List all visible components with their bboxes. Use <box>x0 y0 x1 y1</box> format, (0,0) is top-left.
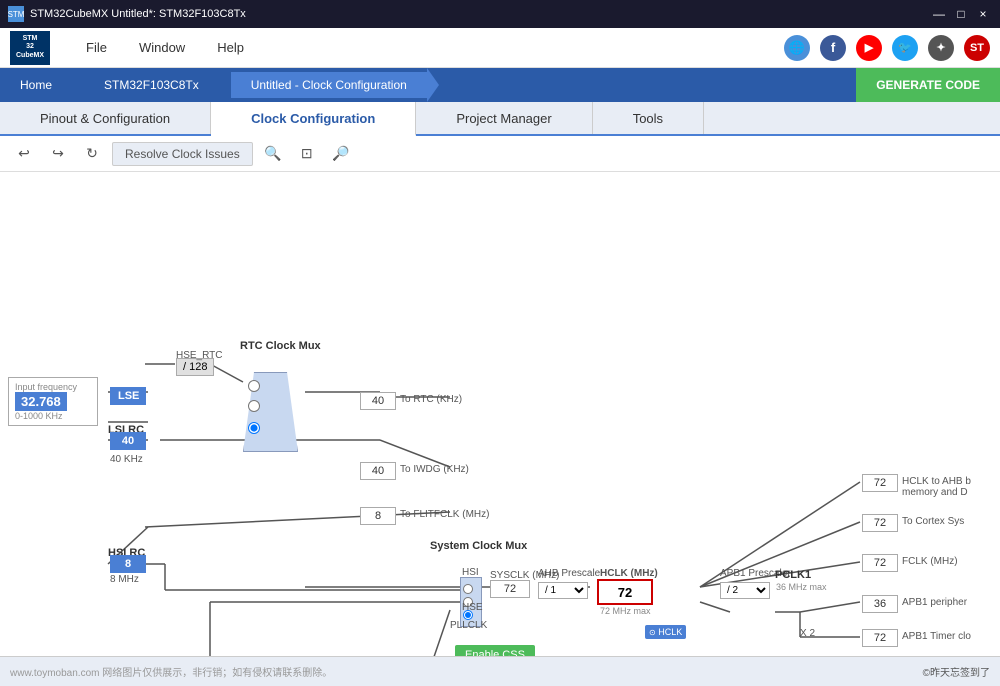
minimize-button[interactable]: — <box>930 5 948 23</box>
breadcrumb-arrow-3 <box>427 68 439 102</box>
apb1-max-label: 36 MHz max <box>776 582 827 592</box>
fclk-label: FCLK (MHz) <box>902 556 958 567</box>
hclk-val-box: 72 <box>597 579 653 605</box>
breadcrumb-device[interactable]: STM32F103C8Tx <box>84 72 219 98</box>
pclk1-label: PCLK1 <box>775 569 811 581</box>
globe-icon[interactable]: 🌐 <box>784 35 810 61</box>
close-button[interactable]: × <box>974 5 992 23</box>
to-flit-label: To FLITFCLK (MHz) <box>400 509 489 520</box>
input-freq-1-box: Input frequency 32.768 0-1000 KHz <box>8 377 98 426</box>
st-icon[interactable]: ST <box>964 35 990 61</box>
menu-right-icons: 🌐 f ▶ 🐦 ✦ ST <box>784 35 990 61</box>
tab-project[interactable]: Project Manager <box>416 102 592 134</box>
breadcrumb-arrow-2 <box>219 68 231 102</box>
apb1-peri-box: 36 <box>862 595 898 613</box>
youtube-icon[interactable]: ▶ <box>856 35 882 61</box>
breadcrumb-config[interactable]: Untitled - Clock Configuration <box>231 72 427 98</box>
rtc-mux-radio-1[interactable] <box>248 380 260 395</box>
sys-hse-label: HSE <box>462 602 483 613</box>
apb1-prescaler-select[interactable]: / 2 <box>720 582 770 599</box>
apb1-peri-label: APB1 peripher <box>902 597 967 608</box>
menu-file[interactable]: File <box>70 36 123 59</box>
redo-button[interactable]: ↪ <box>44 140 72 168</box>
hse-rtc-label: HSE_RTC <box>176 350 223 361</box>
apb1-timer-label: APB1 Timer clo <box>902 631 971 642</box>
apb1-timer-box: 72 <box>862 629 898 647</box>
hclk-icon: ⊙ HCLK <box>645 625 686 639</box>
apb1-x2-label: X 2 <box>800 628 815 639</box>
rtc-mux-radio-2[interactable] <box>248 400 260 415</box>
lse-box: LSE <box>110 387 146 405</box>
clock-diagram-area: Input frequency 32.768 0-1000 KHz LSE LS… <box>0 172 1000 656</box>
maximize-button[interactable]: □ <box>952 5 970 23</box>
tab-clock[interactable]: Clock Configuration <box>211 102 416 136</box>
cortex-box: 72 <box>862 514 898 532</box>
tab-tools[interactable]: Tools <box>593 102 704 134</box>
footer: www.toymoban.com 网络图片仅供展示，非行销；如有侵权请联系删除。… <box>0 656 1000 686</box>
network-icon[interactable]: ✦ <box>928 35 954 61</box>
breadcrumb-home[interactable]: Home <box>0 72 72 98</box>
to-iwdg-label: To IWDG (KHz) <box>400 464 469 475</box>
enable-css-button[interactable]: Enable CSS <box>455 645 535 656</box>
hclk-ahb-box: 72 <box>862 474 898 492</box>
menu-window[interactable]: Window <box>123 36 201 59</box>
footer-right: ©昨天忘签到了 <box>923 664 990 679</box>
input-freq-1-value: 32.768 <box>15 392 67 411</box>
footer-watermark: www.toymoban.com 网络图片仅供展示，非行销；如有侵权请联系删除。 <box>10 664 332 679</box>
app-logo: STM32CubeMX <box>10 31 50 65</box>
undo-button[interactable]: ↩ <box>10 140 38 168</box>
tab-pinout[interactable]: Pinout & Configuration <box>0 102 211 134</box>
iwdg-val-box: 40 <box>360 462 396 480</box>
hclk-max-label: 72 MHz max <box>600 606 651 616</box>
breadcrumb-arrow-1 <box>72 68 84 102</box>
menu-help[interactable]: Help <box>201 36 260 59</box>
rtc-clock-mux-label: RTC Clock Mux <box>240 340 321 352</box>
sys-hsi-label: HSI <box>462 567 479 578</box>
sys-pll-label: PLLCLK <box>450 620 487 631</box>
refresh-button[interactable]: ↻ <box>78 140 106 168</box>
tab-bar: Pinout & Configuration Clock Configurati… <box>0 102 1000 136</box>
fclk-box: 72 <box>862 554 898 572</box>
to-cortex-label: To Cortex Sys <box>902 516 964 527</box>
resolve-clock-button[interactable]: Resolve Clock Issues <box>112 142 253 166</box>
app-icon: STM <box>8 6 24 22</box>
flit-val-box: 8 <box>360 507 396 525</box>
input-freq-1-range: 0-1000 KHz <box>15 411 91 421</box>
hsi-8mhz-label: 8 MHz <box>110 574 139 585</box>
rtc-val-box: 40 <box>360 392 396 410</box>
hclk-to-ahb-label: HCLK to AHB b memory and D <box>902 476 1000 498</box>
ahb-prescaler-label: AHB Prescale <box>538 568 600 579</box>
lsi-40-box: 40 <box>110 432 146 450</box>
zoom-out-button[interactable]: 🔎 <box>327 140 355 168</box>
zoom-fit-button[interactable]: ⊡ <box>293 140 321 168</box>
system-clock-mux-label: System Clock Mux <box>430 540 527 552</box>
sysclk-val-box: 72 <box>490 580 530 598</box>
hsi-box: 8 <box>110 555 146 573</box>
twitter-icon[interactable]: 🐦 <box>892 35 918 61</box>
title-bar: STM STM32CubeMX Untitled*: STM32F103C8Tx… <box>0 0 1000 28</box>
zoom-in-button[interactable]: 🔍 <box>259 140 287 168</box>
clock-diagram: Input frequency 32.768 0-1000 KHz LSE LS… <box>0 172 1000 656</box>
hclk-label: HCLK (MHz) <box>600 568 658 579</box>
input-freq-1-label: Input frequency <box>15 382 91 392</box>
breadcrumb-bar: Home STM32F103C8Tx Untitled - Clock Conf… <box>0 68 1000 102</box>
ahb-prescaler-select[interactable]: / 1 <box>538 582 588 599</box>
facebook-icon[interactable]: f <box>820 35 846 61</box>
to-rtc-label: To RTC (KHz) <box>400 394 462 405</box>
menu-bar: STM32CubeMX File Window Help 🌐 f ▶ 🐦 ✦ S… <box>0 28 1000 68</box>
toolbar: ↩ ↪ ↻ Resolve Clock Issues 🔍 ⊡ 🔎 <box>0 136 1000 172</box>
lsi-40khz-label: 40 KHz <box>110 454 143 465</box>
generate-code-button[interactable]: GENERATE CODE <box>856 68 1000 102</box>
title-text: STM32CubeMX Untitled*: STM32F103C8Tx <box>30 8 246 20</box>
window-controls: — □ × <box>930 5 992 23</box>
rtc-mux-radio-3[interactable] <box>248 422 260 437</box>
sys-mux-radio-hsi[interactable] <box>463 583 473 597</box>
